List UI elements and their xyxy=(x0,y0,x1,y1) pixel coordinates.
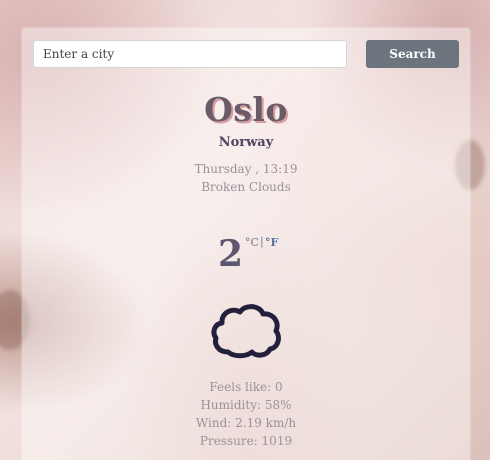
unit-separator: | xyxy=(260,235,264,248)
celsius-unit-toggle[interactable]: °C xyxy=(245,236,259,249)
country-name: Norway xyxy=(218,135,274,150)
weather-details: Feels like: 0 Humidity: 58% Wind: 2.19 k… xyxy=(22,378,470,450)
temperature-value: 2 xyxy=(218,233,244,275)
weather-panel: Search Oslo Norway Thursday , 13:19 Brok… xyxy=(22,28,470,460)
city-name: Oslo xyxy=(204,90,288,129)
feels-like: Feels like: 0 xyxy=(209,380,283,394)
cloud-icon xyxy=(211,304,281,359)
humidity: Humidity: 58% xyxy=(200,398,292,412)
fahrenheit-unit-toggle[interactable]: °F xyxy=(265,236,278,249)
weather-description: Broken Clouds xyxy=(201,180,291,194)
pressure: Pressure: 1019 xyxy=(199,434,293,448)
city-search-input[interactable] xyxy=(33,40,347,68)
wind-speed: Wind: 2.19 km/h xyxy=(195,416,297,430)
date-time: Thursday , 13:19 xyxy=(194,162,298,176)
search-bar: Search xyxy=(33,40,459,68)
temperature-display: 2 °C | °F xyxy=(218,232,288,276)
search-button[interactable]: Search xyxy=(366,40,459,68)
